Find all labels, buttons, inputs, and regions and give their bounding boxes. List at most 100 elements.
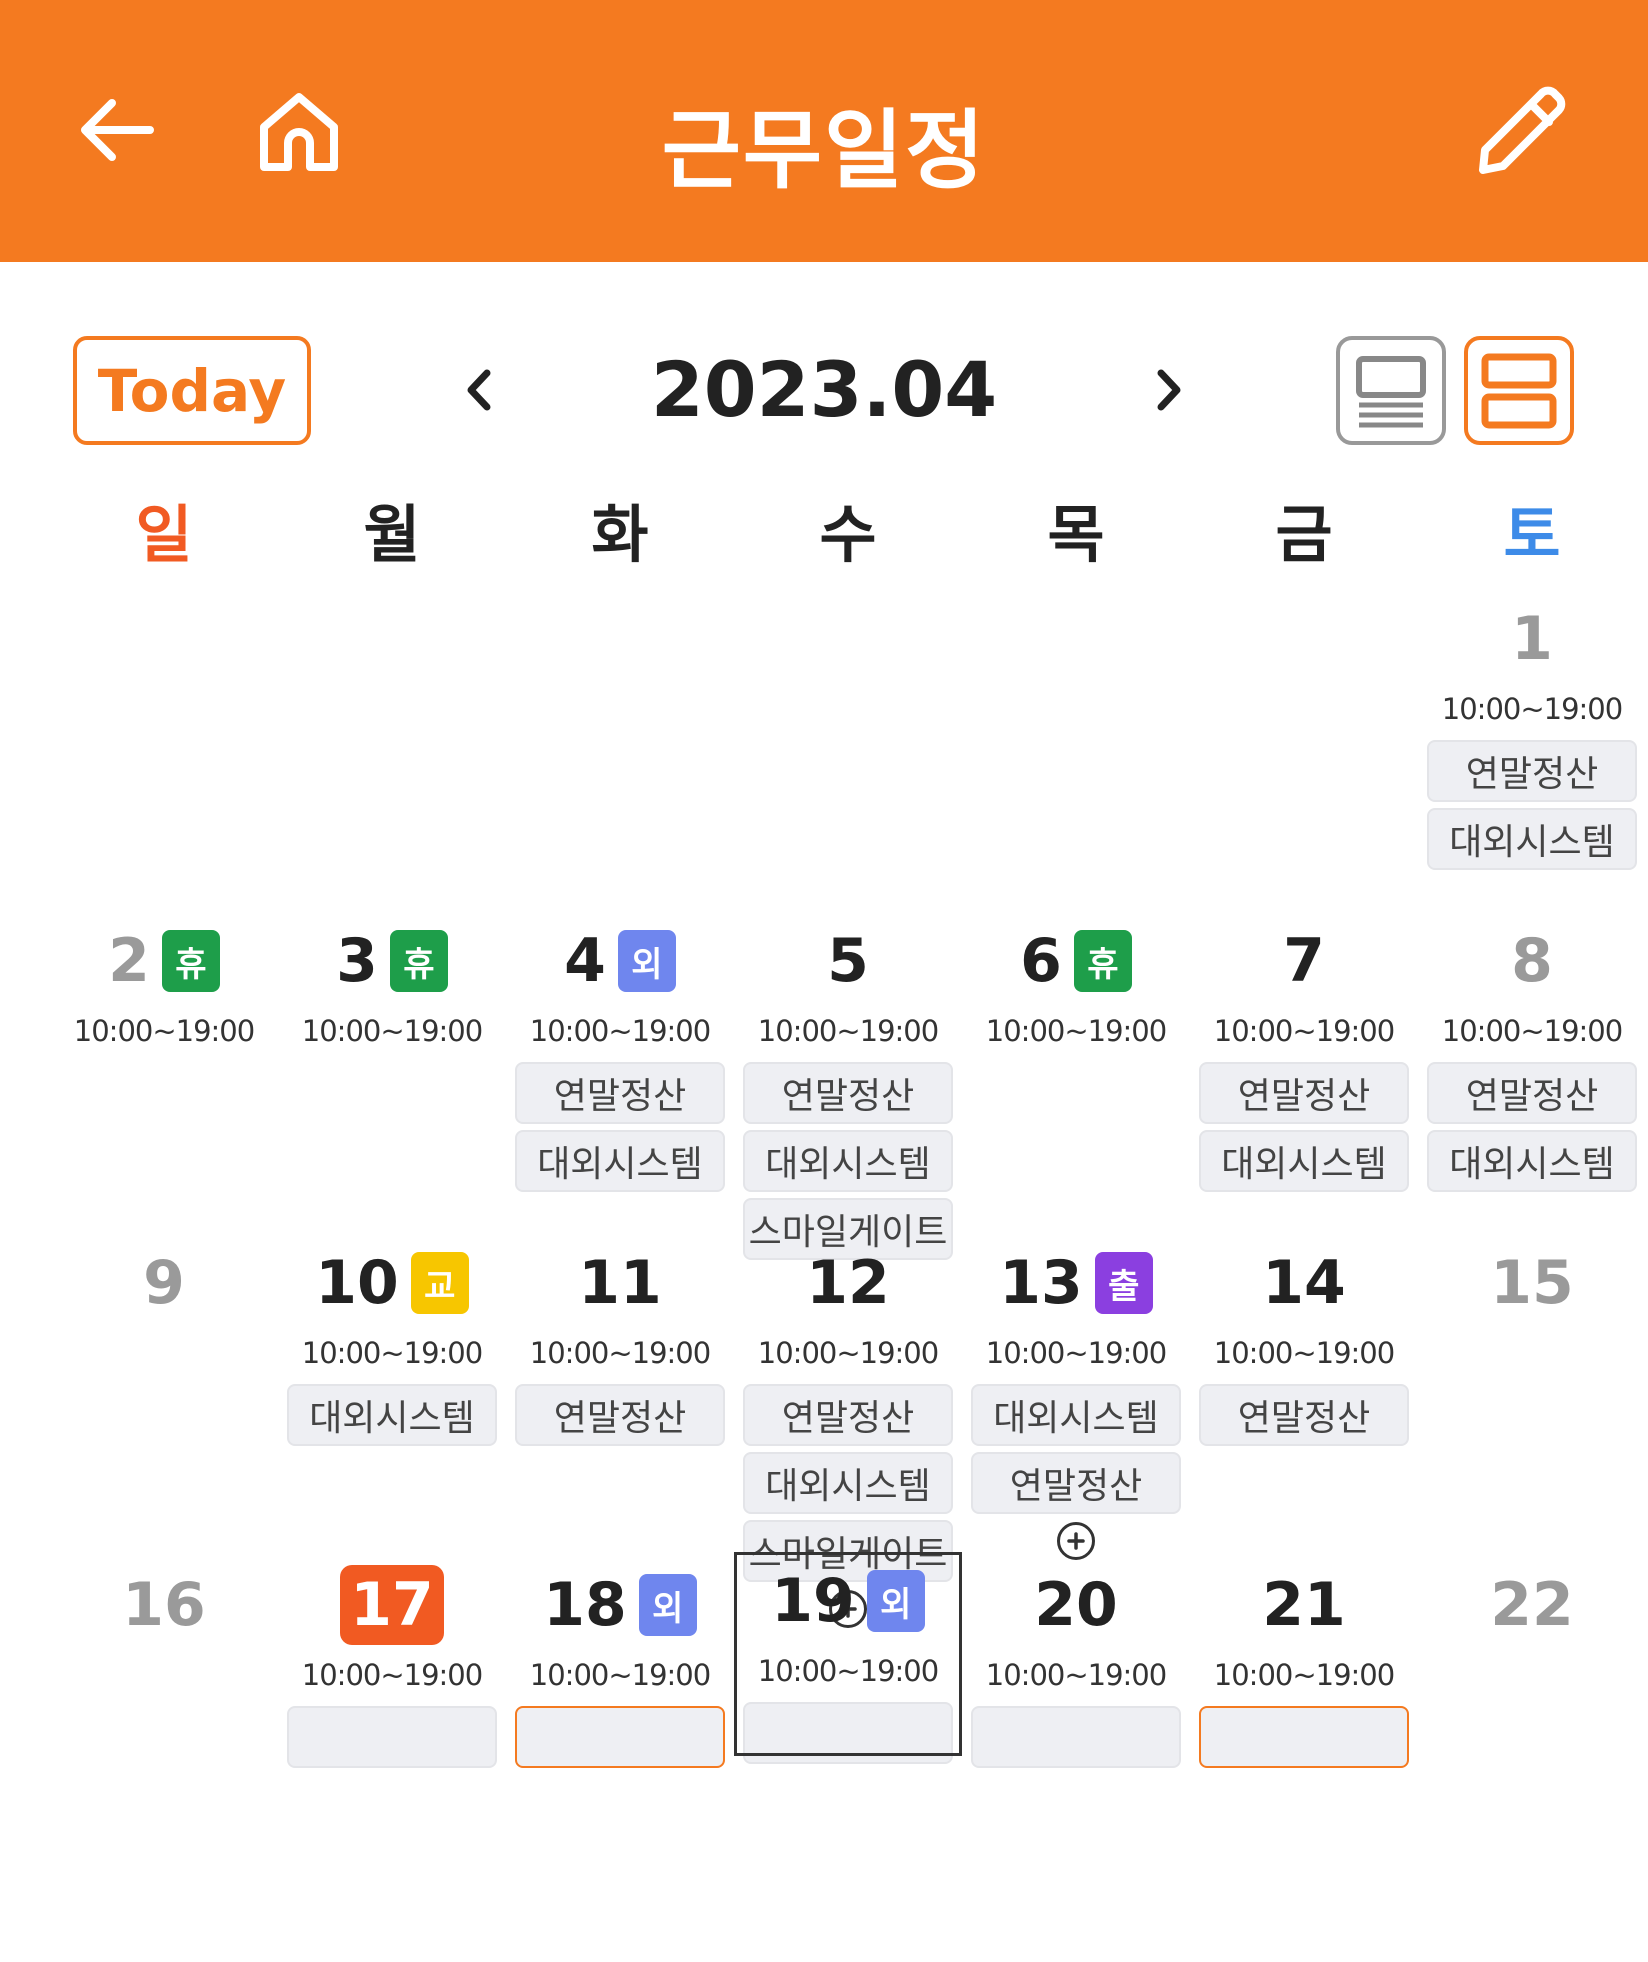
day-number: 1 — [1511, 604, 1553, 674]
day-number: 19 — [771, 1566, 855, 1636]
day-number: 9 — [143, 1248, 185, 1318]
day-header: 5 — [734, 916, 962, 1006]
day-number: 8 — [1511, 926, 1553, 996]
status-badge: 외 — [866, 1570, 925, 1632]
weekday-label: 일 — [135, 498, 193, 571]
schedule-tag[interactable] — [743, 1702, 953, 1764]
schedule-tag[interactable] — [1199, 1706, 1409, 1768]
work-hours: 10:00~19:00 — [985, 1336, 1167, 1370]
more-items-button[interactable] — [1057, 1522, 1095, 1560]
next-month-button[interactable] — [1124, 345, 1214, 435]
work-hours: 10:00~19:00 — [1441, 1014, 1623, 1048]
day-number: 15 — [1490, 1248, 1574, 1318]
day-header: 12 — [734, 1238, 962, 1328]
day-header: 9 — [50, 1238, 278, 1328]
status-badge: 교 — [410, 1252, 469, 1314]
day-cell[interactable]: 7 10:00~19:00 연말정산 대외시스템 — [1190, 912, 1418, 1234]
day-cell[interactable]: 10 교 10:00~19:00 대외시스템 — [278, 1234, 506, 1556]
day-cell[interactable]: 16 — [50, 1556, 278, 1756]
back-button[interactable] — [62, 75, 172, 185]
day-header: 13 출 — [962, 1238, 1190, 1328]
calendar-grid: 1 10:00~19:00 연말정산 대외시스템 2 휴 10:00~19:00 3 휴 10:0… — [50, 590, 1646, 1768]
today-button[interactable]: Today — [73, 336, 311, 445]
weekday-label: 금 — [1275, 498, 1333, 571]
chevron-right-icon — [1157, 369, 1181, 411]
day-cell[interactable]: 21 10:00~19:00 — [1190, 1556, 1418, 1768]
schedule-tag[interactable]: 연말정산 — [743, 1062, 953, 1124]
day-cell[interactable]: 5 10:00~19:00 연말정산 대외시스템 스마일게이트 — [734, 912, 962, 1260]
day-cell[interactable]: 13 출 10:00~19:00 대외시스템 연말정산 — [962, 1234, 1190, 1560]
day-cell[interactable]: 19 외 10:00~19:00 — [734, 1552, 962, 1764]
edit-button[interactable] — [1466, 75, 1576, 185]
day-header: 18 외 — [506, 1560, 734, 1650]
work-hours: 10:00~19:00 — [529, 1658, 711, 1692]
schedule-tag[interactable]: 대외시스템 — [743, 1130, 953, 1192]
arrow-left-icon — [81, 99, 154, 161]
day-cell[interactable]: 9 — [50, 1234, 278, 1556]
schedule-tag[interactable]: 대외시스템 — [1199, 1130, 1409, 1192]
day-number: 5 — [827, 926, 869, 996]
schedule-tag[interactable] — [515, 1706, 725, 1768]
schedule-tag[interactable]: 연말정산 — [1427, 1062, 1637, 1124]
schedule-tag[interactable]: 연말정산 — [1427, 740, 1637, 802]
chevron-left-icon — [467, 369, 491, 411]
day-header: 10 교 — [278, 1238, 506, 1328]
schedule-tag[interactable]: 연말정산 — [515, 1384, 725, 1446]
day-cell[interactable]: 20 10:00~19:00 — [962, 1556, 1190, 1768]
day-header: 6휴 — [962, 916, 1190, 1006]
day-cell[interactable]: 3 휴 10:00~19:00 — [278, 912, 506, 1234]
day-cell[interactable]: 14 10:00~19:00 연말정산 — [1190, 1234, 1418, 1556]
weekday-label: 월 — [363, 498, 421, 571]
calendar-week: 9 10 교 10:00~19:00 대외시스템 11 10:00~19:00 연말정산 12 1… — [50, 1234, 1646, 1628]
schedule-tag[interactable]: 연말정산 — [1199, 1062, 1409, 1124]
day-cell[interactable]: 8 10:00~19:00 연말정산 대외시스템 — [1418, 912, 1646, 1234]
day-cell[interactable]: 2 휴 10:00~19:00 — [50, 912, 278, 1234]
day-cell[interactable]: 18 외 10:00~19:00 — [506, 1556, 734, 1768]
day-number: 17 — [340, 1565, 444, 1645]
split-view-button[interactable] — [1464, 336, 1574, 445]
weekday-label: 목 — [1047, 498, 1105, 571]
day-number: 10 — [315, 1248, 399, 1318]
day-cell[interactable]: 12 10:00~19:00 연말정산 대외시스템 스마일게이트 — [734, 1234, 962, 1628]
day-cell[interactable]: 1 10:00~19:00 연말정산 대외시스템 — [1418, 590, 1646, 912]
empty-day-cell — [278, 590, 506, 912]
day-number: 14 — [1262, 1248, 1346, 1318]
schedule-tag[interactable]: 대외시스템 — [743, 1452, 953, 1514]
day-cell[interactable]: 15 — [1418, 1234, 1646, 1556]
schedule-tag[interactable]: 연말정산 — [515, 1062, 725, 1124]
calendar-week: 2 휴 10:00~19:00 3 휴 10:00~19:00 4 외 10:00~19:00 연… — [50, 912, 1646, 1260]
day-header: 11 — [506, 1238, 734, 1328]
day-header: 7 — [1190, 916, 1418, 1006]
day-number: 11 — [578, 1248, 662, 1318]
schedule-tag[interactable]: 연말정산 — [743, 1384, 953, 1446]
prev-month-button[interactable] — [434, 345, 524, 435]
schedule-tag[interactable]: 연말정산 — [971, 1452, 1181, 1514]
day-cell[interactable]: 17 10:00~19:00 — [278, 1556, 506, 1768]
day-cell[interactable]: 6 휴 10:00~19:00 — [962, 912, 1190, 1234]
schedule-tag[interactable]: 대외시스템 — [1427, 808, 1637, 870]
work-hours: 10:00~19:00 — [757, 1014, 939, 1048]
schedule-tag[interactable]: 대외시스템 — [971, 1384, 1181, 1446]
day-number: 7 — [1283, 926, 1325, 996]
day-header: 1 — [1418, 594, 1646, 684]
list-view-button[interactable] — [1336, 336, 1446, 445]
schedule-tag[interactable]: 연말정산 — [1199, 1384, 1409, 1446]
schedule-tag[interactable]: 대외시스템 — [287, 1384, 497, 1446]
home-button[interactable] — [244, 75, 354, 185]
day-header: 17 — [278, 1560, 506, 1650]
schedule-tag[interactable] — [287, 1706, 497, 1768]
schedule-tag[interactable] — [971, 1706, 1181, 1768]
empty-day-cell — [506, 590, 734, 912]
weekday-label: 화 — [591, 498, 649, 571]
day-cell[interactable]: 4 외 10:00~19:00 연말정산 대외시스템 — [506, 912, 734, 1234]
schedule-tag[interactable]: 대외시스템 — [515, 1130, 725, 1192]
empty-day-cell — [734, 590, 962, 912]
day-cell[interactable]: 22 — [1418, 1556, 1646, 1756]
schedule-tag[interactable]: 대외시스템 — [1427, 1130, 1637, 1192]
plus-circle-icon — [1067, 1532, 1085, 1550]
day-cell[interactable]: 11 10:00~19:00 연말정산 — [506, 1234, 734, 1556]
day-header: 20 — [962, 1560, 1190, 1650]
status-badge: 외 — [617, 930, 676, 992]
work-hours: 10:00~19:00 — [529, 1014, 711, 1048]
empty-day-cell — [962, 590, 1190, 912]
